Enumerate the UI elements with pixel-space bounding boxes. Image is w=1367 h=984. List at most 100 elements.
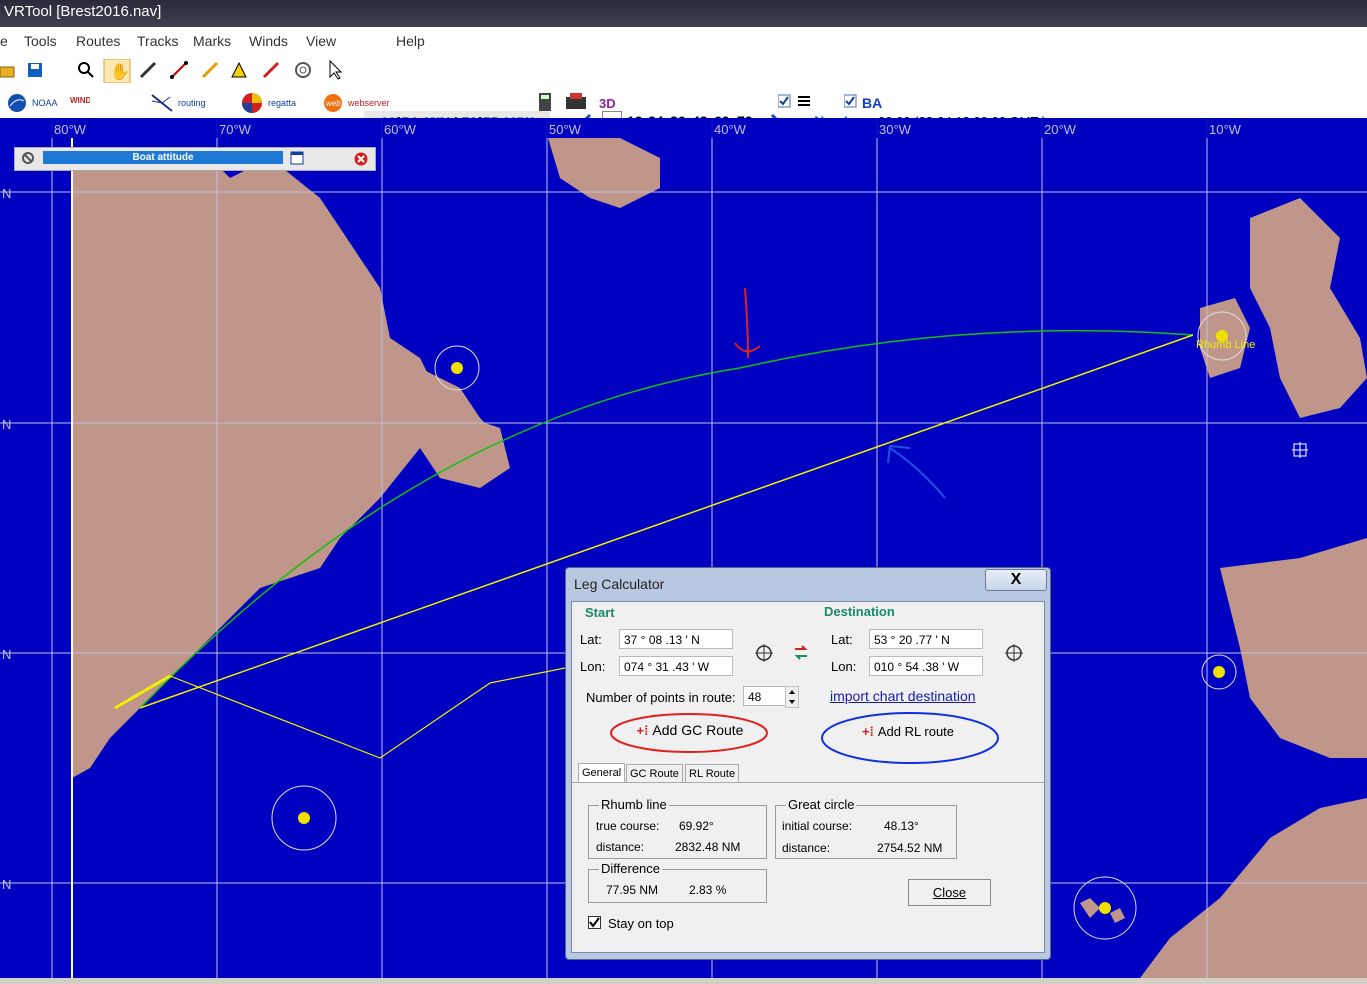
gc-course-label: initial course: bbox=[782, 819, 853, 833]
routing-icon[interactable] bbox=[150, 93, 174, 113]
menu-view[interactable]: View bbox=[306, 33, 336, 49]
lon-label: 10°W bbox=[1209, 122, 1242, 137]
toolbar: ✋ 61°54.48'N | 73°55.11'W 0 12 24 36 48 … bbox=[0, 53, 1367, 135]
great-circle-title: Great circle bbox=[786, 797, 857, 812]
gc-distance-label: distance: bbox=[782, 841, 831, 855]
add-rl-route-label: Add RL route bbox=[877, 724, 955, 739]
dialog-title: Leg Calculator bbox=[574, 576, 665, 592]
lon-label: 40°W bbox=[714, 122, 747, 137]
rhumb-line-group: Rhumb line true course: 69.92° distance:… bbox=[588, 797, 767, 859]
rhumb-line-title: Rhumb line bbox=[599, 797, 669, 812]
leg-calculator-dialog: Leg Calculator X Start Destination Lat: … bbox=[565, 567, 1051, 960]
menu-marks[interactable]: Marks bbox=[193, 33, 231, 49]
rl-distance-value: 2832.48 NM bbox=[675, 840, 741, 854]
window-titlebar: VRTool [Brest2016.nav] bbox=[0, 0, 1367, 27]
brush-icon[interactable] bbox=[262, 61, 280, 79]
open-folder-icon[interactable] bbox=[0, 66, 15, 78]
dialog-close-x-button[interactable]: X bbox=[985, 569, 1047, 591]
boat-attitude-panel[interactable]: Boat attitude bbox=[14, 147, 376, 171]
boat-attitude-title: Boat attitude bbox=[43, 151, 283, 164]
lon-label: 50°W bbox=[549, 122, 582, 137]
close-icon[interactable] bbox=[354, 152, 368, 166]
points-spinner[interactable] bbox=[785, 686, 799, 708]
svg-text:✋: ✋ bbox=[110, 62, 130, 81]
ba-label: BA bbox=[862, 95, 883, 111]
stay-on-top-checkbox[interactable] bbox=[588, 916, 602, 930]
zoom-icon[interactable] bbox=[78, 62, 94, 78]
3d-button[interactable]: 3D bbox=[599, 96, 616, 111]
add-rl-route-button[interactable]: +⁞ Add RL route bbox=[848, 720, 968, 744]
difference-title: Difference bbox=[599, 861, 663, 876]
svg-text:web: web bbox=[326, 99, 341, 108]
regatta-icon[interactable] bbox=[241, 92, 263, 114]
menu-file[interactable]: e bbox=[0, 33, 8, 49]
gc-distance-value: 2754.52 NM bbox=[877, 841, 943, 855]
add-gc-route-button[interactable]: +⁞ Add GC Route bbox=[620, 717, 760, 743]
menu-help[interactable]: Help bbox=[396, 33, 425, 49]
close-button[interactable]: Close bbox=[908, 879, 991, 906]
window-icon[interactable] bbox=[290, 151, 304, 165]
disable-icon[interactable] bbox=[21, 151, 35, 165]
start-heading: Start bbox=[585, 605, 615, 620]
svg-text:WIND: WIND bbox=[70, 96, 90, 105]
swap-icon[interactable] bbox=[793, 644, 809, 662]
dest-lon-field[interactable]: 010 ° 54 .38 ' W bbox=[869, 656, 983, 676]
tab-gc-route[interactable]: GC Route bbox=[626, 764, 683, 783]
menu-tracks[interactable]: Tracks bbox=[137, 33, 178, 49]
noaa-icon[interactable] bbox=[7, 93, 27, 113]
points-input[interactable]: 48 bbox=[743, 686, 787, 706]
wind-icon[interactable]: WIND bbox=[70, 93, 90, 113]
pan-hand-icon[interactable]: ✋ bbox=[103, 59, 131, 83]
menu-tools[interactable]: Tools bbox=[24, 33, 57, 49]
start-lon-field[interactable]: 074 ° 31 .43 ' W bbox=[619, 656, 733, 676]
add-route-icon: +⁞ bbox=[636, 723, 649, 738]
lat-label: N bbox=[2, 186, 11, 201]
menu-winds[interactable]: Winds bbox=[249, 33, 288, 49]
lat-label: N bbox=[2, 877, 11, 892]
ruler-icon[interactable] bbox=[139, 61, 157, 79]
gc-course-value: 48.13° bbox=[884, 819, 919, 833]
calculator-icon[interactable] bbox=[539, 93, 551, 111]
menu-bar: e Tools Routes Tracks Marks Winds View H… bbox=[0, 27, 1367, 53]
menu-routes[interactable]: Routes bbox=[76, 33, 120, 49]
tab-general[interactable]: General bbox=[578, 763, 626, 782]
pencil-icon[interactable] bbox=[201, 61, 219, 79]
mark-icon[interactable] bbox=[231, 61, 247, 78]
import-destination-link[interactable]: import chart destination bbox=[830, 688, 976, 704]
target-icon[interactable] bbox=[295, 62, 311, 78]
noaa-label[interactable]: NOAA bbox=[32, 98, 58, 108]
webserver-label[interactable]: webserver bbox=[348, 98, 390, 108]
ba-checkbox[interactable] bbox=[844, 94, 858, 108]
add-route-icon: +⁞ bbox=[861, 724, 874, 739]
route-tool-icon[interactable] bbox=[170, 61, 188, 79]
layers-toggle[interactable] bbox=[778, 94, 814, 110]
print-icon[interactable] bbox=[566, 93, 586, 111]
start-lat-label: Lat: bbox=[580, 632, 602, 647]
dest-lat-label: Lat: bbox=[831, 632, 853, 647]
status-bar bbox=[0, 978, 1367, 984]
start-lat-field[interactable]: 37 ° 08 .13 ' N bbox=[619, 629, 733, 649]
save-icon[interactable] bbox=[28, 63, 42, 77]
lon-label: 20°W bbox=[1044, 122, 1077, 137]
start-pick-crosshair-icon[interactable] bbox=[755, 644, 773, 662]
lon-label: 60°W bbox=[384, 122, 417, 137]
difference-group: Difference 77.95 NM 2.83 % bbox=[588, 861, 767, 903]
start-lon-label: Lon: bbox=[580, 659, 606, 674]
crosshair-icon bbox=[1292, 442, 1308, 458]
dest-pick-crosshair-icon[interactable] bbox=[1005, 644, 1023, 662]
routing-label[interactable]: routing bbox=[178, 98, 206, 108]
stay-on-top-label: Stay on top bbox=[608, 916, 674, 931]
webserver-icon[interactable]: web bbox=[323, 93, 343, 113]
lat-label: N bbox=[2, 647, 11, 662]
lon-label: 30°W bbox=[879, 122, 912, 137]
difference-pct: 2.83 % bbox=[689, 883, 727, 897]
destination-heading: Destination bbox=[824, 604, 895, 619]
pointer-icon[interactable] bbox=[329, 59, 343, 80]
points-label: Number of points in route: bbox=[586, 690, 736, 705]
dest-lat-field[interactable]: 53 ° 20 .77 ' N bbox=[869, 629, 983, 649]
rl-course-label: true course: bbox=[596, 819, 660, 833]
rl-distance-label: distance: bbox=[596, 840, 645, 854]
regatta-label[interactable]: regatta bbox=[268, 98, 296, 108]
tab-rl-route[interactable]: RL Route bbox=[685, 764, 740, 783]
difference-nm: 77.95 NM bbox=[606, 883, 659, 897]
